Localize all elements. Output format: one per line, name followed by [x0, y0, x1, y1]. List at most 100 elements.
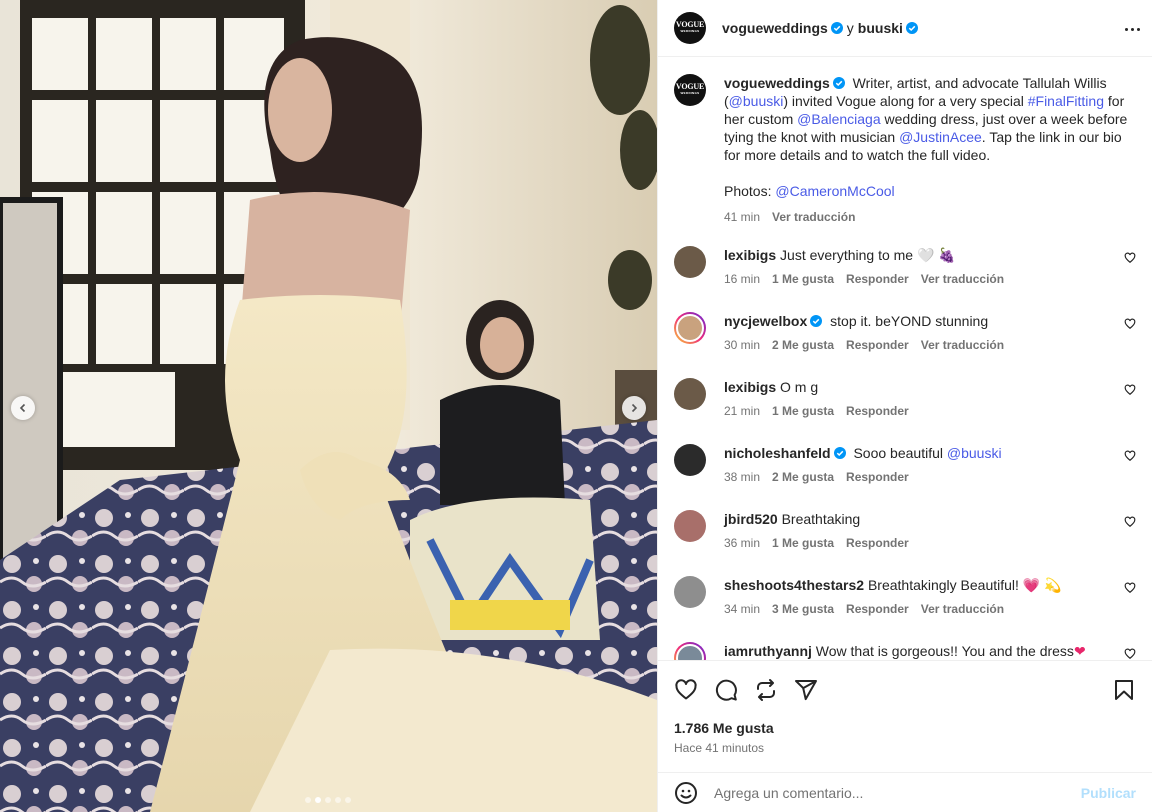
- heart-icon[interactable]: [1124, 450, 1136, 462]
- comment-likes[interactable]: 1 Me gusta: [772, 404, 834, 418]
- verified-badge-icon: [810, 315, 823, 327]
- comment-likes[interactable]: 2 Me gusta: [772, 470, 834, 484]
- comment-text: nycjewelbox stop it. beYOND stunning: [724, 313, 989, 329]
- comment-time: 30 min: [724, 338, 761, 352]
- heart-icon[interactable]: [1124, 516, 1136, 528]
- commenter-avatar[interactable]: [674, 378, 706, 410]
- comment-meta: 30 min 2 Me gusta Responder Ver traducci…: [724, 338, 1004, 352]
- add-comment-bar: Publicar: [658, 772, 1152, 812]
- commenter-avatar[interactable]: [674, 246, 706, 278]
- repost-button[interactable]: [754, 678, 778, 702]
- comment-likes[interactable]: 1 Me gusta: [772, 272, 834, 286]
- mention-link[interactable]: @CameronMcCool: [775, 183, 894, 199]
- publish-button[interactable]: Publicar: [1081, 785, 1136, 801]
- comment-input[interactable]: [714, 784, 1073, 801]
- comment-text: nicholeshanfeld Sooo beautiful @buuski: [724, 445, 1002, 461]
- reply-button[interactable]: Responder: [846, 404, 909, 418]
- heart-icon[interactable]: [1124, 318, 1136, 330]
- commenter-avatar[interactable]: [674, 510, 706, 542]
- like-button[interactable]: [674, 678, 698, 702]
- verified-badge-icon: [832, 77, 845, 89]
- reply-button[interactable]: Responder: [846, 470, 909, 484]
- commenter-username[interactable]: nycjewelbox: [724, 313, 807, 329]
- post-photo[interactable]: [0, 0, 657, 812]
- comment-time: 36 min: [724, 536, 761, 550]
- translate-link[interactable]: Ver traducción: [921, 272, 1004, 286]
- comment-items: lexibigs Just everything to me 🤍 🍇 16 mi…: [674, 246, 1136, 660]
- coauthor-username[interactable]: buuski: [858, 20, 903, 36]
- share-button[interactable]: [794, 678, 818, 702]
- comment-likes[interactable]: 1 Me gusta: [772, 536, 834, 550]
- carousel-dot: [345, 797, 351, 803]
- commenter-avatar[interactable]: [674, 576, 706, 608]
- comment-text: lexibigs Just everything to me 🤍 🍇: [724, 247, 956, 263]
- author-username[interactable]: vogueweddings: [722, 20, 828, 36]
- commenter-avatar[interactable]: [674, 642, 706, 660]
- comment-text: sheshoots4thestars2 Breathtakingly Beaut…: [724, 577, 1062, 593]
- smiley-icon[interactable]: [674, 781, 698, 805]
- bookmark-icon: [1115, 680, 1133, 700]
- comment-meta: 34 min 3 Me gusta Responder Ver traducci…: [724, 602, 1062, 616]
- commenter-username[interactable]: jbird520: [724, 511, 778, 527]
- comment-emoji: 💗 💫: [1022, 577, 1062, 593]
- heart-icon[interactable]: [1124, 648, 1136, 660]
- save-button[interactable]: [1112, 678, 1136, 702]
- post-header: VOGUE WEDDINGS vogueweddings y buuski: [658, 0, 1152, 57]
- comment-text: lexibigs O m g: [724, 379, 819, 395]
- likes-count[interactable]: 1.786 Me gusta: [674, 719, 1136, 737]
- commenter-username[interactable]: lexibigs: [724, 379, 776, 395]
- comment-item: sheshoots4thestars2 Breathtakingly Beaut…: [674, 576, 1136, 622]
- mention-link[interactable]: @buuski: [729, 93, 784, 109]
- more-dot: [1136, 27, 1140, 31]
- translate-link[interactable]: Ver traducción: [921, 338, 1004, 352]
- comment-item: nicholeshanfeld Sooo beautiful @buuski 3…: [674, 444, 1136, 490]
- post-time: Hace 41 minutos: [674, 741, 765, 755]
- comment-item: jbird520 Breathtaking 36 min 1 Me gusta …: [674, 510, 1136, 556]
- reply-button[interactable]: Responder: [846, 272, 909, 286]
- carousel-dot: [305, 797, 311, 803]
- mention-link[interactable]: @JustinAcee: [899, 129, 982, 145]
- comment-text: jbird520 Breathtaking: [724, 511, 861, 527]
- commenter-avatar[interactable]: [674, 312, 706, 344]
- comment-item: lexibigs O m g 21 min 1 Me gusta Respond…: [674, 378, 1136, 424]
- chevron-right-icon: [631, 403, 638, 413]
- heart-icon[interactable]: [1124, 252, 1136, 264]
- commenter-username[interactable]: nicholeshanfeld: [724, 445, 831, 461]
- mention-link[interactable]: @buuski: [947, 445, 1002, 461]
- reply-button[interactable]: Responder: [846, 536, 909, 550]
- mention-link[interactable]: @Balenciaga: [797, 111, 881, 127]
- commenter-username[interactable]: lexibigs: [724, 247, 776, 263]
- carousel-next-button[interactable]: [622, 396, 646, 420]
- comment-emoji: ❤: [1073, 643, 1086, 659]
- commenter-username[interactable]: sheshoots4thestars2: [724, 577, 864, 593]
- translate-link[interactable]: Ver traducción: [921, 602, 1004, 616]
- comment-likes[interactable]: 2 Me gusta: [772, 338, 834, 352]
- caption-avatar[interactable]: VOGUE WEDDINGS: [674, 74, 706, 106]
- caption-username[interactable]: vogueweddings: [724, 75, 830, 91]
- comment-meta: 21 min 1 Me gusta Responder: [724, 404, 909, 418]
- heart-icon[interactable]: [1124, 384, 1136, 396]
- heart-icon[interactable]: [1124, 582, 1136, 594]
- caption-text: vogueweddings Writer, artist, and advoca…: [724, 75, 1128, 163]
- carousel-dot: [315, 797, 321, 803]
- heart-icon: [675, 679, 697, 700]
- hashtag-link[interactable]: #FinalFitting: [1028, 93, 1104, 109]
- comments-list[interactable]: VOGUE WEDDINGS vogueweddings Writer, art…: [658, 58, 1152, 660]
- reply-button[interactable]: Responder: [846, 602, 909, 616]
- carousel-indicator: [305, 797, 351, 803]
- comment-time: 34 min: [724, 602, 761, 616]
- comment-button[interactable]: [714, 678, 738, 702]
- translate-link[interactable]: Ver traducción: [772, 208, 855, 226]
- comment-time: 38 min: [724, 470, 761, 484]
- comment-likes[interactable]: 3 Me gusta: [772, 602, 834, 616]
- carousel-dot: [325, 797, 331, 803]
- post-caption: VOGUE WEDDINGS vogueweddings Writer, art…: [674, 74, 1136, 226]
- reply-button[interactable]: Responder: [846, 338, 909, 352]
- comment-item: nycjewelbox stop it. beYOND stunning 30 …: [674, 312, 1136, 358]
- commenter-avatar[interactable]: [674, 444, 706, 476]
- more-options-button[interactable]: [1120, 19, 1144, 39]
- author-avatar[interactable]: VOGUE WEDDINGS: [674, 12, 706, 44]
- commenter-username[interactable]: iamruthyannj: [724, 643, 812, 659]
- caption-meta: 41 min Ver traducción: [724, 208, 1134, 226]
- carousel-prev-button[interactable]: [11, 396, 35, 420]
